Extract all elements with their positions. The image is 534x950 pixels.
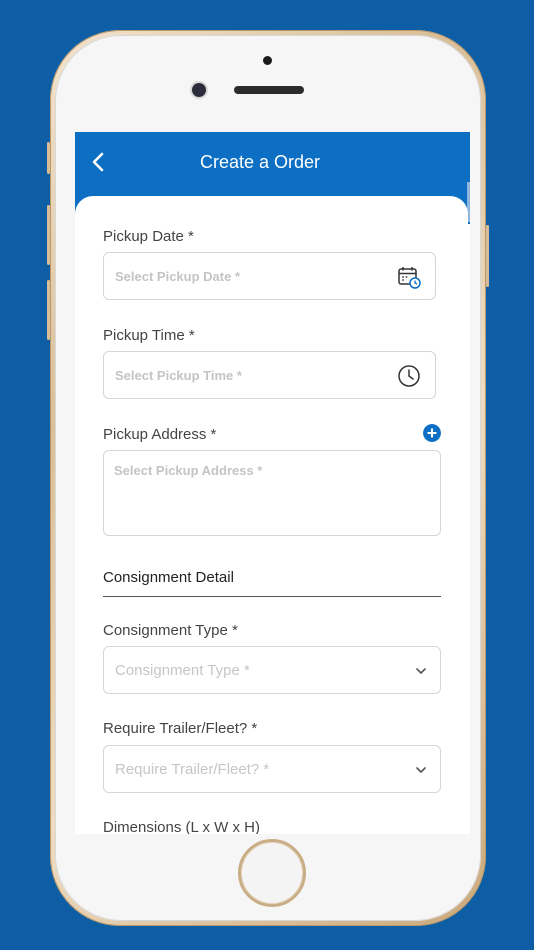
calendar-icon[interactable] [397, 265, 421, 289]
pickup-address-placeholder: Select Pickup Address * [114, 463, 263, 478]
order-form: Pickup Date * Select Pickup Date * Picku… [75, 196, 468, 834]
consignment-type-placeholder: Consignment Type * [115, 662, 250, 679]
mute-switch [47, 142, 50, 174]
trailer-label: Require Trailer/Fleet? * [103, 720, 258, 737]
clock-icon[interactable] [397, 364, 421, 388]
pickup-address-label: Pickup Address * [103, 426, 217, 443]
phone-frame: Create a Order Pickup Date * Select Pick… [47, 30, 489, 926]
pickup-address-field[interactable]: Select Pickup Address * [103, 450, 441, 536]
earpiece-speaker [234, 86, 304, 94]
chevron-down-icon[interactable] [414, 664, 428, 678]
pickup-date-placeholder: Select Pickup Date * [115, 269, 240, 284]
phone-bezel: Create a Order Pickup Date * Select Pick… [55, 35, 481, 921]
dimensions-label: Dimensions (L x W x H) [103, 819, 260, 834]
volume-down-button [47, 280, 50, 340]
pickup-time-placeholder: Select Pickup Time * [115, 368, 242, 383]
chevron-down-icon[interactable] [414, 763, 428, 777]
pickup-time-label: Pickup Time * [103, 327, 195, 344]
trailer-select[interactable]: Require Trailer/Fleet? * [103, 745, 441, 793]
section-divider [103, 596, 441, 597]
front-camera [263, 56, 272, 65]
consignment-type-select[interactable]: Consignment Type * [103, 646, 441, 694]
home-button[interactable] [238, 839, 306, 907]
pickup-time-field[interactable]: Select Pickup Time * [103, 351, 436, 399]
volume-up-button [47, 205, 50, 265]
pickup-date-label: Pickup Date * [103, 228, 194, 245]
pickup-date-field[interactable]: Select Pickup Date * [103, 252, 436, 300]
consignment-type-label: Consignment Type * [103, 622, 238, 639]
consignment-section-title: Consignment Detail [103, 569, 234, 586]
app-screen: Create a Order Pickup Date * Select Pick… [75, 132, 470, 834]
trailer-placeholder: Require Trailer/Fleet? * [115, 761, 270, 778]
plus-circle-icon[interactable] [423, 424, 441, 442]
camera-sensor [192, 83, 206, 97]
page-title: Create a Order [199, 152, 321, 172]
power-button [486, 225, 489, 287]
